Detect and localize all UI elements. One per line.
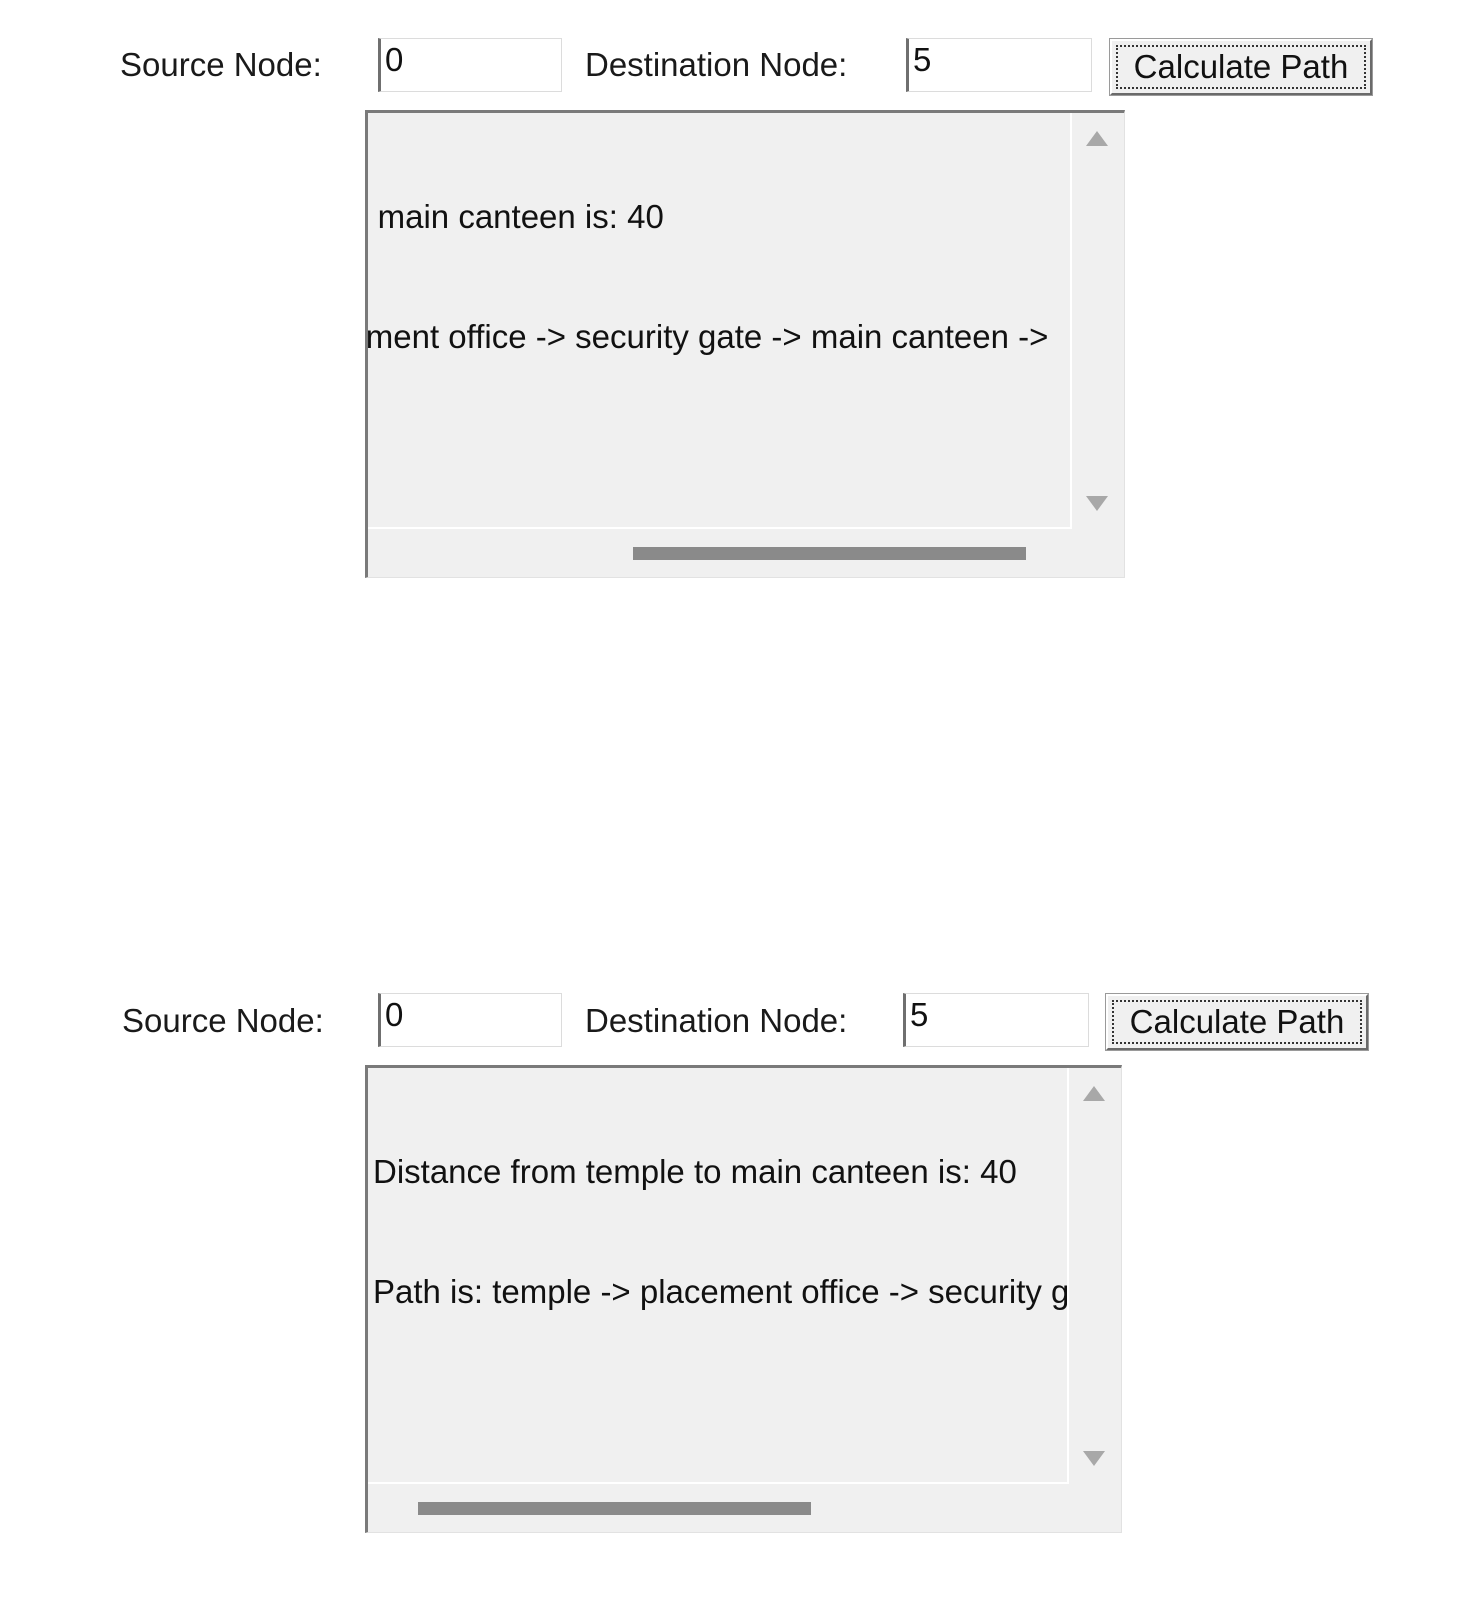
scrollbar-corner xyxy=(1072,529,1124,577)
scroll-up-arrow-icon[interactable] xyxy=(1083,1086,1105,1101)
horizontal-scroll-thumb[interactable] xyxy=(633,547,1026,560)
vertical-scrollbar[interactable] xyxy=(1069,1068,1121,1484)
output-textarea[interactable]: Distance from temple to main canteen is:… xyxy=(365,1065,1122,1533)
calculate-path-button-label: Calculate Path xyxy=(1112,1000,1362,1044)
calculate-path-button-label: Calculate Path xyxy=(1116,45,1366,89)
output-viewport: Distance from temple to main canteen is:… xyxy=(368,1068,1069,1484)
destination-node-value: 5 xyxy=(910,996,929,1033)
horizontal-scrollbar[interactable] xyxy=(368,529,1072,577)
output-text: Distance from temple to main canteen is:… xyxy=(368,117,1058,437)
source-node-label: Source Node: xyxy=(122,1002,324,1039)
destination-node-value: 5 xyxy=(913,41,932,78)
scroll-down-arrow-icon[interactable] xyxy=(1086,496,1108,511)
scrollbar-corner xyxy=(1069,1484,1121,1532)
output-viewport: Distance from temple to main canteen is:… xyxy=(368,113,1072,529)
source-node-value: 0 xyxy=(385,996,404,1033)
destination-node-input[interactable]: 5 xyxy=(903,993,1089,1047)
output-text: Distance from temple to main canteen is:… xyxy=(373,1072,1069,1392)
horizontal-scrollbar[interactable] xyxy=(368,1484,1069,1532)
source-node-input[interactable]: 0 xyxy=(378,38,562,92)
destination-node-label: Destination Node: xyxy=(585,1002,848,1039)
destination-node-input[interactable]: 5 xyxy=(906,38,1092,92)
source-node-input[interactable]: 0 xyxy=(378,993,562,1047)
output-line-path: Path is: temple -> placement office -> s… xyxy=(368,318,1049,355)
destination-node-label: Destination Node: xyxy=(585,46,848,83)
scroll-up-arrow-icon[interactable] xyxy=(1086,131,1108,146)
path-panel-2: Source Node: 0 Destination Node: 5 Calcu… xyxy=(0,955,1482,1555)
source-node-label: Source Node: xyxy=(120,46,322,83)
source-node-value: 0 xyxy=(385,41,404,78)
vertical-scrollbar[interactable] xyxy=(1072,113,1124,529)
calculate-path-button[interactable]: Calculate Path xyxy=(1110,39,1372,95)
scroll-down-arrow-icon[interactable] xyxy=(1083,1451,1105,1466)
output-line-path: Path is: temple -> placement office -> s… xyxy=(373,1273,1069,1310)
horizontal-scroll-thumb[interactable] xyxy=(418,1502,811,1515)
output-line-distance: Distance from temple to main canteen is:… xyxy=(368,198,664,235)
path-panel-1: Source Node: 0 Destination Node: 5 Calcu… xyxy=(0,0,1482,600)
output-textarea[interactable]: Distance from temple to main canteen is:… xyxy=(365,110,1125,578)
output-line-distance: Distance from temple to main canteen is:… xyxy=(373,1153,1017,1190)
calculate-path-button[interactable]: Calculate Path xyxy=(1106,994,1368,1050)
